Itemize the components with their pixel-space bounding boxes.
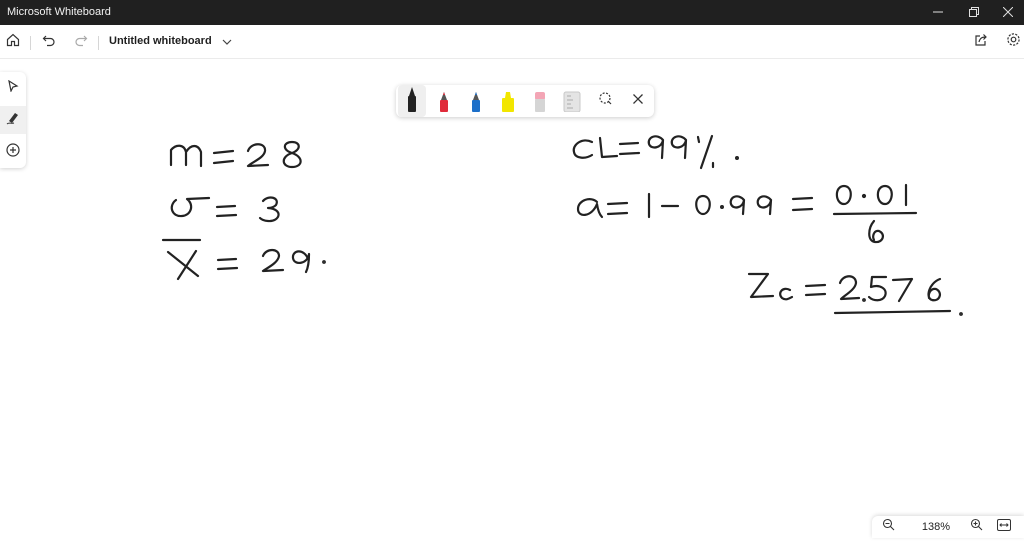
yellow-highlighter-icon	[499, 86, 517, 117]
red-pen-button[interactable]	[430, 85, 458, 117]
blue-pen-button[interactable]	[462, 85, 490, 117]
zoom-out-icon	[882, 518, 895, 536]
pen-tool-button[interactable]	[0, 106, 26, 134]
close-ink-toolbar-button[interactable]	[624, 85, 652, 117]
pen-icon	[6, 111, 20, 130]
select-icon	[7, 79, 19, 97]
pink-eraser-icon	[532, 86, 548, 117]
eraser-button[interactable]	[526, 85, 554, 117]
redo-icon	[74, 33, 88, 52]
zoom-bar: 138%	[872, 516, 1024, 538]
add-content-button[interactable]	[0, 138, 26, 166]
left-tool-rail	[0, 72, 26, 168]
ruler-icon	[562, 86, 582, 117]
lasso-select-icon	[598, 91, 614, 112]
close-window-button[interactable]	[990, 0, 1024, 25]
toolbar-divider	[98, 36, 99, 50]
zoom-level[interactable]: 138%	[916, 521, 956, 533]
black-pen-button[interactable]	[398, 85, 426, 117]
add-icon	[6, 142, 20, 162]
select-tool-button[interactable]	[0, 74, 26, 102]
close-icon	[632, 92, 644, 110]
toolbar-divider	[30, 36, 31, 50]
fit-to-screen-icon	[997, 518, 1011, 536]
settings-button[interactable]	[1000, 29, 1024, 55]
chevron-down-icon[interactable]	[221, 35, 233, 53]
undo-button[interactable]	[36, 29, 62, 55]
share-icon	[974, 33, 988, 52]
home-button[interactable]	[0, 29, 26, 55]
restore-button[interactable]	[956, 0, 992, 25]
zoom-in-button[interactable]	[966, 518, 986, 536]
ink-strokes	[161, 134, 963, 316]
fit-to-screen-button[interactable]	[994, 518, 1014, 536]
redo-button[interactable]	[68, 29, 94, 55]
whiteboard-canvas[interactable]	[0, 58, 1024, 538]
ink-toolbar	[396, 85, 654, 117]
title-bar: Microsoft Whiteboard	[0, 0, 1024, 25]
home-icon	[6, 33, 20, 52]
app-toolbar: Untitled whiteboard	[0, 25, 1024, 59]
zoom-out-button[interactable]	[878, 518, 898, 536]
highlighter-button[interactable]	[494, 85, 522, 117]
restore-icon	[969, 6, 979, 20]
gear-icon	[1006, 32, 1021, 52]
lasso-select-button[interactable]	[592, 85, 620, 117]
red-pen-icon	[436, 86, 452, 117]
app-title: Microsoft Whiteboard	[7, 6, 111, 18]
blue-pen-icon	[468, 86, 484, 117]
minimize-button[interactable]	[920, 0, 956, 25]
undo-icon	[42, 33, 56, 52]
minimize-icon	[933, 6, 943, 20]
whiteboard-title[interactable]: Untitled whiteboard	[109, 35, 212, 47]
share-button[interactable]	[968, 29, 994, 55]
ruler-button[interactable]	[558, 85, 586, 117]
close-icon	[1002, 6, 1014, 20]
zoom-in-icon	[970, 518, 983, 536]
black-pen-icon	[404, 84, 420, 117]
